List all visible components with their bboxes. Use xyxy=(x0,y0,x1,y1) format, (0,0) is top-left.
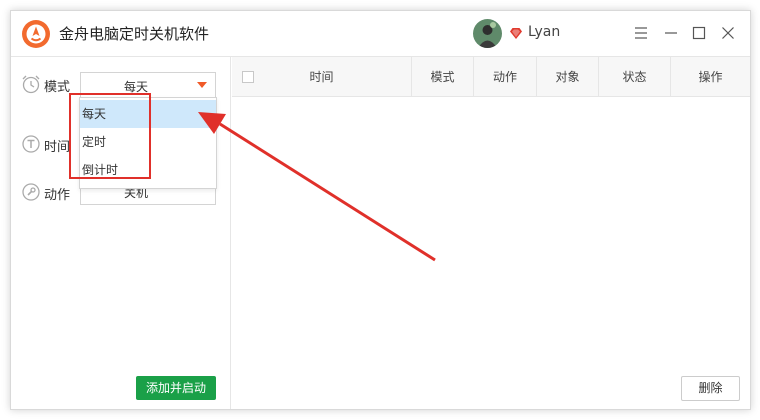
select-all-checkbox[interactable] xyxy=(242,71,254,83)
mode-option-daily[interactable]: 每天 xyxy=(80,100,216,128)
wrench-icon xyxy=(22,183,40,201)
column-target: 对象 xyxy=(537,57,599,97)
mode-label: 模式 xyxy=(44,80,71,95)
mode-select[interactable]: 每天 xyxy=(80,72,216,98)
column-operation: 操作 xyxy=(698,70,723,84)
menu-icon[interactable] xyxy=(631,23,651,43)
mode-select-value: 每天 xyxy=(123,80,148,94)
title-bar: 金舟电脑定时关机软件 Lyan xyxy=(11,11,750,57)
task-table-body xyxy=(232,98,750,363)
column-time-label: 时间 xyxy=(309,70,334,84)
mode-dropdown-list: 每天 定时 倒计时 xyxy=(79,97,217,189)
vip-diamond-icon xyxy=(510,28,522,39)
mode-option-countdown[interactable]: 倒计时 xyxy=(80,156,216,184)
column-time: 时间 xyxy=(232,57,412,97)
close-icon[interactable] xyxy=(718,23,738,43)
chevron-down-icon xyxy=(197,82,207,88)
app-window: 金舟电脑定时关机软件 Lyan 模式 每天 时间 动作 关机 添加并启动 每天 … xyxy=(10,10,751,410)
add-and-start-button[interactable]: 添加并启动 xyxy=(136,376,216,400)
column-mode: 模式 xyxy=(412,57,474,97)
user-avatar[interactable] xyxy=(473,19,502,48)
delete-button[interactable]: 删除 xyxy=(681,376,740,401)
task-table-header: 时间 模式 动作 对象 状态 操作 xyxy=(232,57,750,97)
time-label: 时间 xyxy=(44,140,71,155)
app-logo-icon xyxy=(22,20,50,48)
column-action: 动作 xyxy=(474,57,537,97)
alarm-clock-icon xyxy=(22,75,40,94)
minimize-icon[interactable] xyxy=(661,23,681,43)
mode-option-scheduled[interactable]: 定时 xyxy=(80,128,216,156)
column-status: 状态 xyxy=(599,57,671,97)
username[interactable]: Lyan xyxy=(528,24,560,40)
app-title: 金舟电脑定时关机软件 xyxy=(59,25,210,43)
action-label: 动作 xyxy=(44,188,71,203)
maximize-icon[interactable] xyxy=(689,23,709,43)
time-icon xyxy=(22,135,40,153)
